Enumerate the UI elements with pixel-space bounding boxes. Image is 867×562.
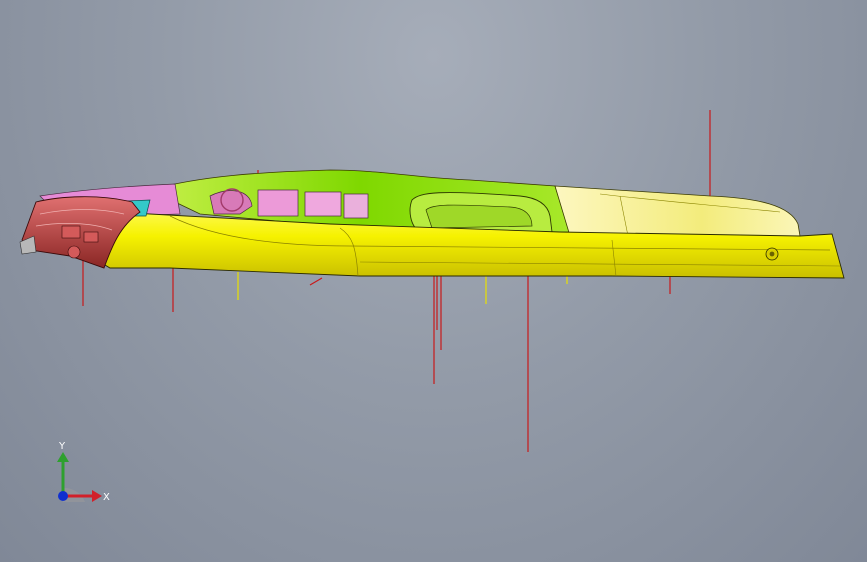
axis-triad: Y X [57, 441, 110, 503]
graphics-viewport[interactable]: Y X [0, 0, 867, 562]
reference-lines [82, 110, 711, 452]
x-axis-label: X [103, 492, 110, 503]
3d-part-model[interactable] [0, 0, 867, 562]
x-axis-arrow [92, 490, 102, 502]
y-axis-label: Y [58, 441, 66, 452]
rear-cream-shell [554, 185, 801, 237]
z-axis-dot [58, 491, 68, 501]
reference-lines-yellow [237, 272, 568, 304]
pink-bracket [257, 189, 299, 217]
y-axis-arrow [57, 452, 69, 462]
